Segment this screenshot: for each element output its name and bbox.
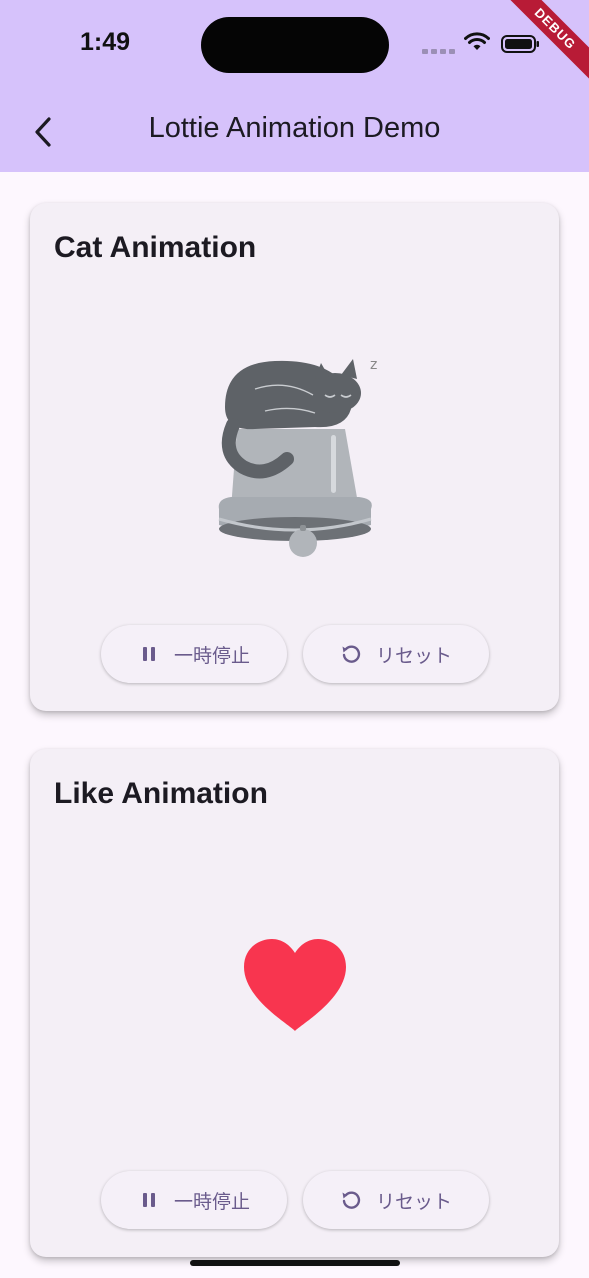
app-bar: 1:49 DEBUG Lottie Animation Demo xyxy=(0,0,589,172)
reset-label: リセット xyxy=(375,1191,452,1213)
pause-label: 一時停止 xyxy=(173,645,250,667)
reset-icon xyxy=(340,643,362,665)
home-indicator[interactable] xyxy=(190,1260,400,1266)
reset-icon xyxy=(340,1189,362,1211)
dynamic-island xyxy=(201,17,389,73)
pause-icon xyxy=(138,1189,160,1211)
signal-icon xyxy=(422,41,458,59)
status-time: 1:49 xyxy=(80,28,131,56)
reset-label: リセット xyxy=(375,645,452,667)
wifi-icon xyxy=(464,32,490,50)
pause-icon xyxy=(138,643,160,665)
cat-animation: z xyxy=(30,349,559,569)
cat-animation-card: Cat Animation z 一時停止 リセット xyxy=(30,203,559,711)
like-animation xyxy=(30,937,559,1047)
status-icons xyxy=(422,32,542,56)
reset-button[interactable]: リセット xyxy=(303,1171,489,1229)
sleeping-cat-on-bell-illustration: z xyxy=(218,357,377,557)
pause-label: 一時停止 xyxy=(173,1191,250,1213)
card-title: Like Animation xyxy=(54,777,268,810)
heart-icon xyxy=(243,939,346,1031)
battery-icon xyxy=(501,35,539,53)
pause-button[interactable]: 一時停止 xyxy=(101,625,287,683)
card-title: Cat Animation xyxy=(54,231,257,264)
reset-button[interactable]: リセット xyxy=(303,625,489,683)
like-animation-card: Like Animation 一時停止 リセット xyxy=(30,749,559,1257)
pause-button[interactable]: 一時停止 xyxy=(101,1171,287,1229)
svg-text:z: z xyxy=(370,357,377,373)
page-title: Lottie Animation Demo xyxy=(148,112,441,144)
